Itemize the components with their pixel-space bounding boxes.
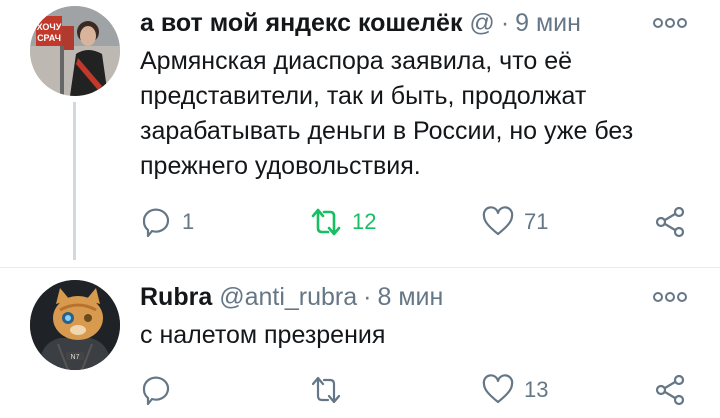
avatar-image: ХОЧУ СРАЧ xyxy=(30,6,120,96)
display-name[interactable]: а вот мой яндекс кошелёк xyxy=(140,9,462,37)
share-icon xyxy=(655,374,685,406)
avatar-caption-line-1: ХОЧУ xyxy=(37,22,62,32)
separator: · xyxy=(500,9,510,37)
handle[interactable]: @ xyxy=(469,9,494,37)
timestamp[interactable]: 9 мин xyxy=(515,9,581,37)
tweet-header: а вот мой яндекс кошелёк @ · 9 мин xyxy=(140,8,581,38)
reply-button[interactable]: 1 xyxy=(140,202,194,242)
avatar-tweet-2[interactable]: N7 xyxy=(30,280,120,370)
reply-icon xyxy=(142,376,170,406)
retweet-button[interactable] xyxy=(310,370,352,410)
reply-count: 1 xyxy=(182,209,195,234)
avatar-tweet-1[interactable]: ХОЧУ СРАЧ xyxy=(30,6,120,96)
tweet-actions: 13 xyxy=(140,370,700,410)
tweet-header: Rubra @anti_rubra · 8 мин xyxy=(140,282,443,312)
handle[interactable]: @anti_rubra xyxy=(219,283,357,311)
reply-icon xyxy=(142,208,170,238)
tweet-actions: 1 12 71 xyxy=(140,202,700,242)
separator: · xyxy=(363,283,372,311)
like-button[interactable]: 71 xyxy=(482,202,548,242)
tweet-text: с налетом презрения xyxy=(140,321,386,349)
avatar-image: N7 xyxy=(30,280,120,370)
avatar-caption-line-2: СРАЧ xyxy=(37,33,61,43)
share-button[interactable] xyxy=(654,370,686,410)
more-icon[interactable] xyxy=(652,290,688,304)
retweet-count: 12 xyxy=(352,209,377,234)
thread-line xyxy=(73,102,76,260)
tweet-2[interactable]: N7 Rubra @anti_rubra · 8 мин с налетом пре… xyxy=(0,268,720,418)
more-icon[interactable] xyxy=(652,16,688,30)
timestamp[interactable]: 8 мин xyxy=(377,283,443,311)
heart-icon xyxy=(482,206,514,236)
retweet-button[interactable]: 12 xyxy=(310,202,376,242)
share-icon xyxy=(655,206,685,238)
heart-icon xyxy=(482,374,514,404)
tweet-text: Армянская диаспора заявила, что её предс… xyxy=(140,47,634,180)
like-count: 13 xyxy=(524,377,549,402)
reply-button[interactable] xyxy=(140,370,182,410)
retweet-icon xyxy=(311,208,341,236)
like-button[interactable]: 13 xyxy=(482,370,548,410)
tweet-1[interactable]: ХОЧУ СРАЧ а вот мой яндекс кошелёк @ · 9 м… xyxy=(0,0,720,268)
avatar-badge: N7 xyxy=(71,354,80,361)
display-name[interactable]: Rubra xyxy=(140,283,212,311)
retweet-icon xyxy=(311,376,341,404)
share-button[interactable] xyxy=(654,202,686,242)
like-count: 71 xyxy=(524,209,549,234)
